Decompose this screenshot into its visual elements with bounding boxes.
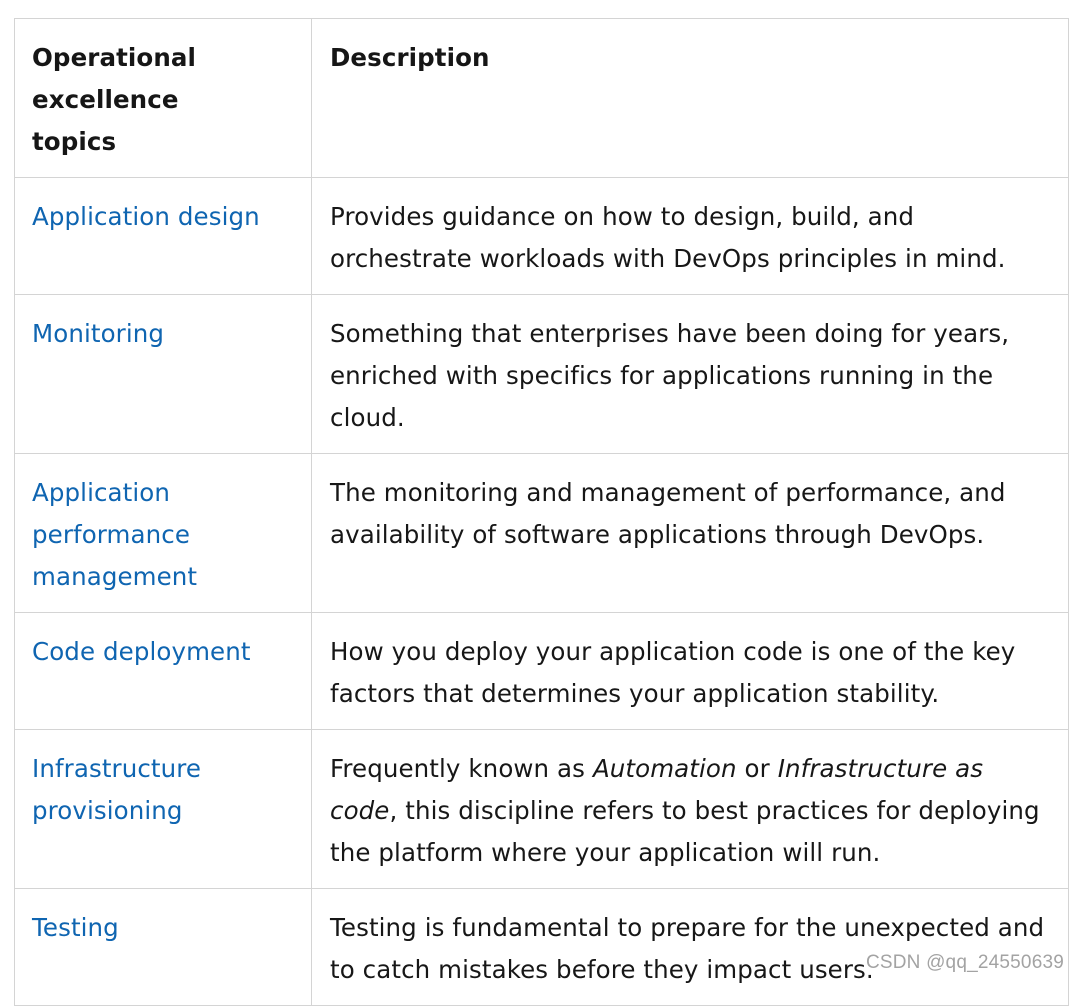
header-topic: Operational excellence topics bbox=[14, 18, 312, 178]
description-text: Provides guidance on how to design, buil… bbox=[330, 202, 1006, 273]
topic-link[interactable]: Monitoring bbox=[32, 319, 164, 348]
description-text: Frequently known as bbox=[330, 754, 593, 783]
topic-cell: Testing bbox=[14, 888, 312, 1006]
topic-link[interactable]: Infrastructure provisioning bbox=[32, 754, 201, 825]
description-cell: The monitoring and management of perform… bbox=[311, 453, 1069, 613]
table-row: Monitoring Something that enterprises hav… bbox=[14, 294, 1069, 454]
table-body: Application design Provides guidance on h… bbox=[14, 177, 1069, 1006]
topic-cell: Code deployment bbox=[14, 612, 312, 730]
topic-cell: Application design bbox=[14, 177, 312, 295]
description-text: Something that enterprises have been doi… bbox=[330, 319, 1010, 432]
topic-link[interactable]: Code deployment bbox=[32, 637, 251, 666]
watermark: CSDN @qq_24550639 bbox=[865, 952, 1064, 973]
description-cell: Testing is fundamental to prepare for th… bbox=[311, 888, 1069, 1006]
description-text: How you deploy your application code is … bbox=[330, 637, 1016, 708]
description-cell: Frequently known as Automation or Infras… bbox=[311, 729, 1069, 889]
topic-cell: Infrastructure provisioning bbox=[14, 729, 312, 889]
description-text: The monitoring and management of perform… bbox=[330, 478, 1006, 549]
table-row: Application performance management The mo… bbox=[14, 453, 1069, 613]
topic-cell: Application performance management bbox=[14, 453, 312, 613]
topic-link[interactable]: Application performance management bbox=[32, 478, 197, 591]
table-header: Operational excellence topics Descriptio… bbox=[14, 18, 1069, 178]
header-row: Operational excellence topics Descriptio… bbox=[14, 18, 1069, 178]
table-row: Infrastructure provisioning Frequently kn… bbox=[14, 729, 1069, 889]
description-cell: Provides guidance on how to design, buil… bbox=[311, 177, 1069, 295]
description-text: , this discipline refers to best practic… bbox=[330, 796, 1040, 867]
topic-link[interactable]: Testing bbox=[32, 913, 119, 942]
topics-table: Operational excellence topics Descriptio… bbox=[14, 18, 1069, 1006]
table-row: Code deployment How you deploy your appli… bbox=[14, 612, 1069, 730]
header-description: Description bbox=[311, 18, 1069, 178]
topic-link[interactable]: Application design bbox=[32, 202, 260, 231]
description-cell: How you deploy your application code is … bbox=[311, 612, 1069, 730]
description-text: or bbox=[736, 754, 778, 783]
description-emphasis: Automation bbox=[592, 754, 737, 783]
table-row: Testing Testing is fundamental to prepare… bbox=[14, 888, 1069, 1006]
topic-cell: Monitoring bbox=[14, 294, 312, 454]
description-cell: Something that enterprises have been doi… bbox=[311, 294, 1069, 454]
table-row: Application design Provides guidance on h… bbox=[14, 177, 1069, 295]
